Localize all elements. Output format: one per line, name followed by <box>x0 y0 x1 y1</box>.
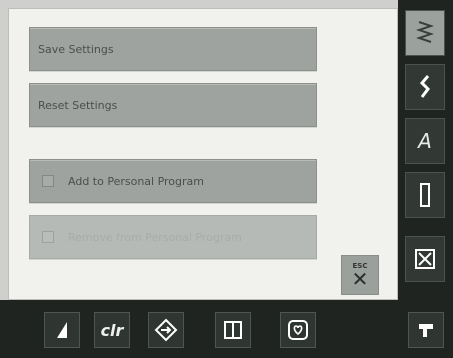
diamond-arrow-icon <box>154 318 178 342</box>
heart-icon <box>288 320 308 340</box>
checkbox-icon <box>42 231 54 243</box>
save-settings-button[interactable]: Save Settings <box>29 27 317 71</box>
s-stitch-icon <box>419 75 430 98</box>
setup-program-icon[interactable] <box>44 312 80 348</box>
checkbox-icon <box>42 175 54 187</box>
clr-button[interactable]: clr <box>94 312 130 348</box>
reset-settings-button[interactable]: Reset Settings <box>29 83 317 127</box>
quilt-icon[interactable] <box>405 236 445 282</box>
presser-foot-icon <box>419 324 433 337</box>
zigzag-stitch-icon <box>416 21 434 43</box>
tutorial-icon[interactable] <box>215 312 251 348</box>
alphabet-icon[interactable]: A <box>405 118 445 164</box>
close-icon: ✕ <box>351 267 369 291</box>
program-icon[interactable] <box>148 312 184 348</box>
quilt-pattern-icon <box>415 249 435 269</box>
right-toolbar: A <box>398 0 453 300</box>
menu-screen: Save Settings Reset Settings Add to Pers… <box>8 8 398 300</box>
personal-program-icon[interactable] <box>280 312 316 348</box>
disabled-menu-button: Remove from Personal Program <box>29 215 317 259</box>
stitch-pattern-icon[interactable] <box>405 10 445 56</box>
save-settings-label: Save Settings <box>38 42 114 56</box>
settings-icon[interactable] <box>408 312 444 348</box>
add-to-personal-program-button[interactable]: Add to Personal Program <box>29 159 317 203</box>
book-icon <box>224 321 242 339</box>
add-to-personal-program-label: Add to Personal Program <box>68 174 205 188</box>
esc-close-button[interactable]: ESC ✕ <box>341 255 379 295</box>
decorative-stitch-icon[interactable] <box>405 64 445 110</box>
buttonhole-symbol-icon <box>420 183 430 207</box>
reset-settings-label: Reset Settings <box>38 98 118 112</box>
triangle-icon <box>57 322 67 338</box>
disabled-menu-label: Remove from Personal Program <box>68 230 242 244</box>
bottom-toolbar: clr <box>0 300 453 358</box>
buttonhole-icon[interactable] <box>405 172 445 218</box>
